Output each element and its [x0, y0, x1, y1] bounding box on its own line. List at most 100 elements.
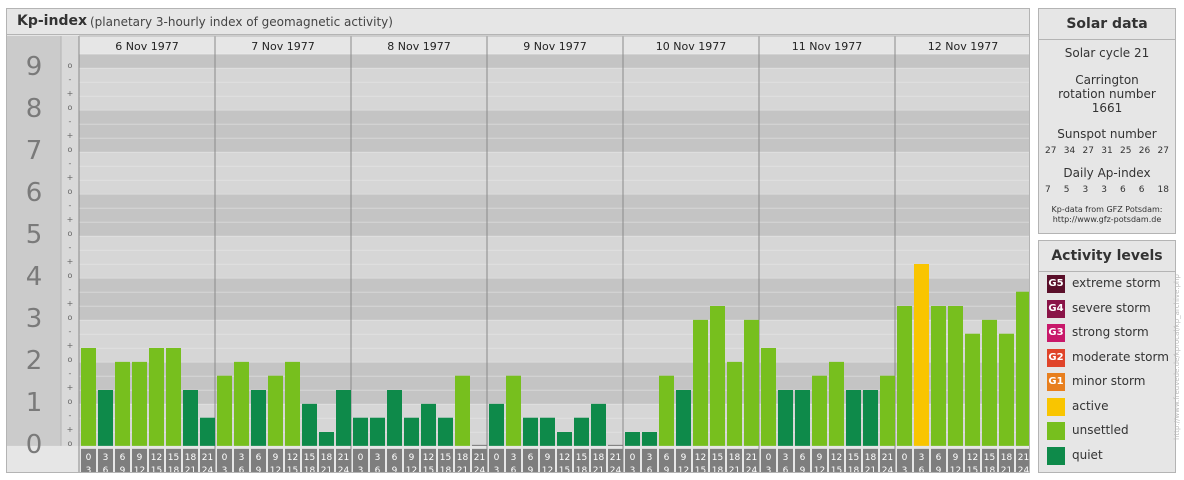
hour-bin-end: 18	[984, 466, 996, 472]
kp-index-panel: Kp-index (planetary 3-hourly index of ge…	[6, 8, 1030, 473]
sub-tick-label: o	[68, 271, 73, 280]
hour-bin-end: 6	[375, 466, 381, 472]
hour-bin-start: 15	[304, 453, 315, 463]
sub-tick-label: +	[67, 299, 74, 308]
kp-bar	[812, 375, 827, 446]
kp-bar	[557, 432, 572, 446]
sub-tick-label: -	[69, 285, 72, 294]
grid-band	[79, 333, 1029, 348]
activity-swatch: G1	[1047, 373, 1065, 391]
grid-band	[79, 95, 1029, 110]
grid-band	[79, 347, 1029, 362]
hour-bin-end: 24	[474, 466, 486, 472]
kp-bar	[965, 333, 980, 446]
sub-tick-label: +	[67, 215, 74, 224]
sunspot-values: 27 34 27 31 25 26 27	[1039, 146, 1175, 156]
hour-bin-end: 3	[222, 466, 228, 472]
hour-bin-start: 0	[494, 453, 500, 463]
hour-bin-end: 3	[766, 466, 772, 472]
hour-bin-start: 3	[783, 453, 789, 463]
hour-bin-start: 0	[630, 453, 636, 463]
hour-bin-start: 9	[817, 453, 823, 463]
hour-bin-end: 15	[967, 466, 978, 472]
hour-bin-start: 18	[457, 453, 469, 463]
solar-data-title: Solar data	[1066, 16, 1148, 32]
y-tick-label: 1	[26, 388, 43, 418]
hour-bin-end: 24	[746, 466, 758, 472]
hour-bin-start: 21	[882, 453, 893, 463]
grid-band	[79, 361, 1029, 376]
kp-bar	[829, 361, 844, 446]
hour-bin-end: 12	[270, 466, 281, 472]
ap-value: 6	[1120, 185, 1126, 195]
hour-bin-end: 3	[630, 466, 636, 472]
y-tick-label: 8	[26, 94, 43, 124]
kp-bar	[523, 417, 538, 446]
day-label: 6 Nov 1977	[115, 40, 178, 53]
hour-bin-start: 0	[358, 453, 364, 463]
kp-bar	[506, 375, 521, 446]
hour-bin-start: 9	[409, 453, 415, 463]
hour-bin-start: 3	[239, 453, 245, 463]
kp-bar	[659, 375, 674, 446]
solar-data-panel: Solar data Solar cycle 21 Carrington rot…	[1038, 8, 1176, 234]
hour-bin-end: 3	[902, 466, 908, 472]
day-label: 7 Nov 1977	[251, 40, 314, 53]
hour-bin-start: 21	[610, 453, 621, 463]
kp-bar	[795, 390, 810, 446]
grid-band	[79, 193, 1029, 208]
grid-band	[79, 291, 1029, 306]
sunspot-value: 26	[1138, 146, 1151, 156]
hour-bin-start: 3	[375, 453, 381, 463]
sub-tick-label: -	[69, 201, 72, 210]
hour-bin-start: 18	[185, 453, 197, 463]
hour-bin-start: 12	[287, 453, 298, 463]
hour-bin-end: 9	[392, 466, 398, 472]
hour-bin-end: 18	[440, 466, 452, 472]
y-tick-label: 4	[26, 262, 43, 292]
sub-tick-label: -	[69, 159, 72, 168]
activity-level-item: G3 strong storm	[1047, 323, 1175, 343]
sub-tick-label: +	[67, 341, 74, 350]
hour-bin-start: 0	[902, 453, 908, 463]
source-link[interactable]: http://www.gfz-potsdam.de	[1039, 215, 1175, 225]
hour-bin-start: 12	[423, 453, 434, 463]
hour-bin-start: 18	[865, 453, 877, 463]
kp-bar	[200, 417, 215, 446]
hour-bin-start: 18	[321, 453, 333, 463]
hour-bin-start: 6	[256, 453, 262, 463]
hour-bin-start: 0	[222, 453, 228, 463]
activity-levels-title: Activity levels	[1051, 248, 1163, 264]
hour-bin-start: 12	[559, 453, 570, 463]
sub-tick-label: -	[69, 117, 72, 126]
activity-level-item: G5 extreme storm	[1047, 274, 1175, 294]
kp-bar	[625, 432, 640, 446]
hour-bin-start: 6	[120, 453, 126, 463]
grid-band	[79, 137, 1029, 152]
hour-bin-end: 21	[457, 466, 468, 472]
kp-bar	[387, 390, 402, 446]
hour-bin-start: 18	[1001, 453, 1013, 463]
sub-tick-label: +	[67, 173, 74, 182]
kp-bar	[846, 390, 861, 446]
kp-bar	[115, 361, 130, 446]
hour-bin-start: 6	[664, 453, 670, 463]
kp-bar	[268, 375, 283, 446]
kp-bar	[914, 264, 929, 446]
hour-bin-end: 21	[865, 466, 876, 472]
ap-value: 18	[1157, 185, 1169, 195]
hour-bin-end: 6	[783, 466, 789, 472]
hour-bin-start: 6	[800, 453, 806, 463]
kp-bar	[863, 390, 878, 446]
activity-swatch	[1047, 397, 1065, 416]
activity-level-item: active	[1047, 397, 1175, 417]
kp-bar	[948, 306, 963, 446]
watermark-text: http://www.freuvede.de/kprocal/kp_archiv…	[1173, 273, 1181, 440]
kp-bar	[217, 375, 232, 446]
grid-band	[79, 151, 1029, 166]
grid-band	[79, 123, 1029, 138]
hour-bin-end: 21	[729, 466, 740, 472]
kp-bar	[166, 348, 181, 446]
kp-bar	[982, 319, 997, 446]
y-tick-label: 2	[26, 346, 43, 376]
